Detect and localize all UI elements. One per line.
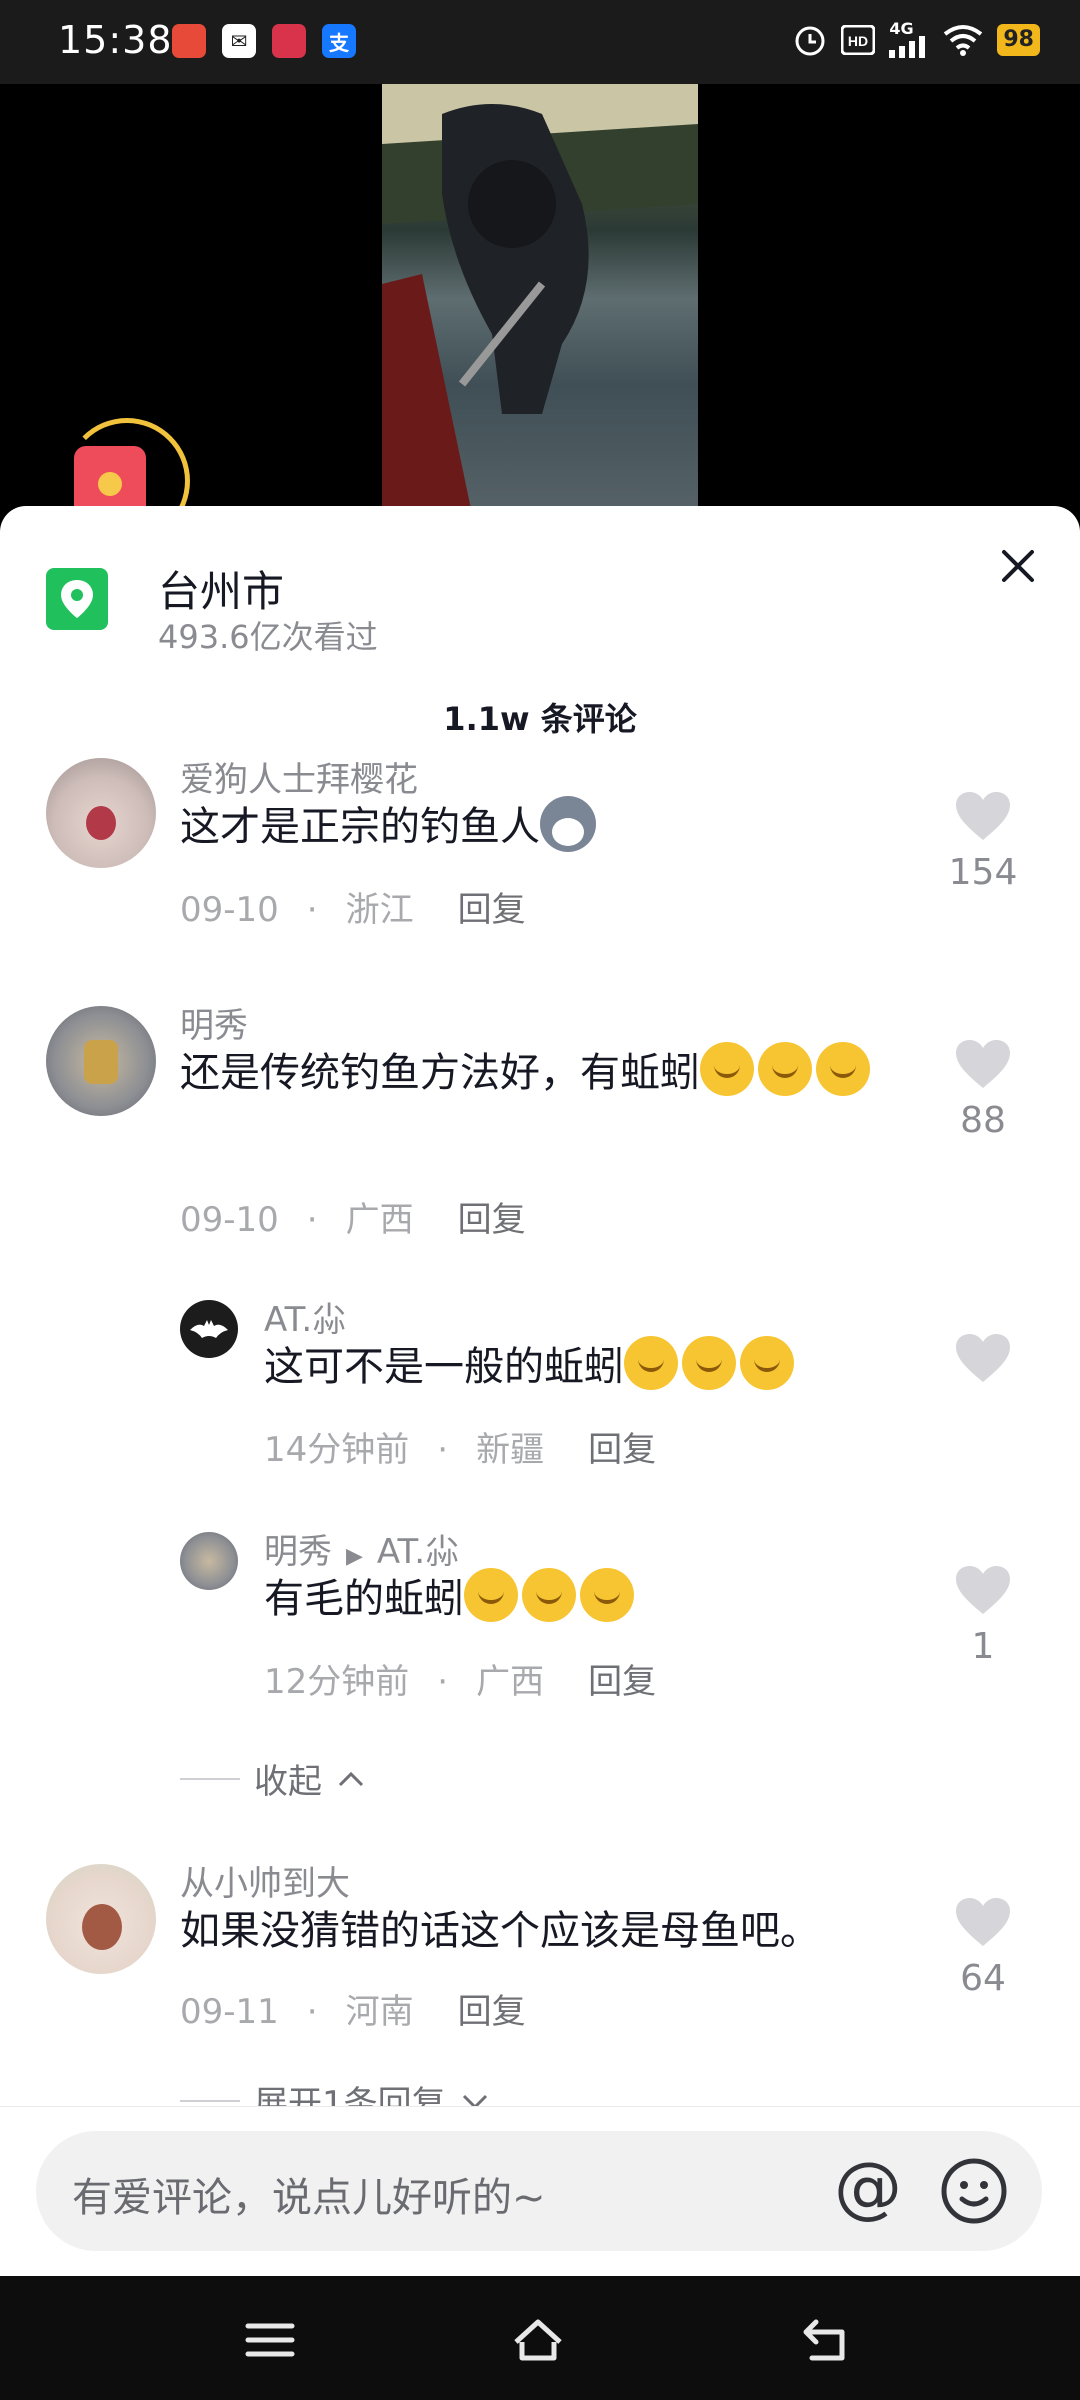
chevron-up-icon — [338, 1771, 364, 1786]
reply-button[interactable]: 回复 — [458, 1992, 526, 2032]
comment-date: 09-10 — [180, 1200, 279, 1240]
heart-icon — [956, 792, 1010, 840]
reply-button[interactable]: 回复 — [458, 1200, 526, 1240]
like-count: 64 — [960, 1958, 1006, 1999]
comment-sheet: 台州市 493.6亿次看过 1.1w 条评论 爱狗人士拜樱花 这才是正宗的钓鱼人… — [0, 506, 1080, 2276]
emoji-icon[interactable] — [938, 2155, 1010, 2227]
reply-meta: 12分钟前 · 广西 回复 — [264, 1662, 657, 1702]
comment-meta: 09-11 · 河南 回复 — [180, 1992, 526, 2032]
reply-text: 这可不是一般的蚯蚓 — [264, 1334, 944, 1400]
smirk-emoji-icon — [522, 1568, 576, 1622]
location-pin-icon[interactable] — [46, 568, 108, 630]
smirk-emoji-icon — [700, 1042, 754, 1096]
smirk-emoji-icon — [464, 1568, 518, 1622]
comment-text: 如果没猜错的话这个应该是母鱼吧。 — [180, 1908, 820, 1954]
system-icons: HD 4G 98 — [793, 19, 1040, 58]
mail-app-icon: ✉ — [222, 24, 256, 58]
comment-region: 浙江 — [345, 890, 414, 930]
smirk-emoji-icon — [816, 1042, 870, 1096]
comment-date: 09-10 — [180, 890, 279, 930]
svg-text:HD: HD — [848, 33, 868, 49]
reply-button[interactable]: 回复 — [588, 1430, 656, 1470]
like-count: 154 — [948, 852, 1018, 893]
comment-region: 河南 — [345, 1992, 414, 2032]
video-content-image — [382, 84, 698, 514]
status-bar: 15:38 ✉ 支 HD 4G 98 — [0, 0, 1080, 84]
laugh-emoji-icon — [624, 1336, 678, 1390]
wifi-icon — [944, 25, 983, 56]
heart-icon — [956, 1566, 1010, 1614]
like-button[interactable]: 1 — [928, 1564, 1038, 1667]
collapse-label: 收起 — [254, 1762, 322, 1802]
comment-input-placeholder: 有爱评论，说点儿好听的~ — [72, 2175, 546, 2221]
hd-icon: HD — [841, 25, 876, 55]
at-icon[interactable]: @ — [832, 2154, 904, 2227]
comment-text: 还是传统钓鱼方法好，有蚯蚓 — [180, 1040, 900, 1106]
location-views: 493.6亿次看过 — [158, 618, 378, 656]
reply-button[interactable]: 回复 — [588, 1662, 656, 1702]
like-count: 1 — [971, 1626, 995, 1667]
video-frame[interactable] — [382, 84, 698, 514]
status-time: 15:38 — [58, 18, 173, 62]
comment-input[interactable]: 有爱评论，说点儿好听的~ @ — [36, 2131, 1042, 2251]
reply-text: 有毛的蚯蚓 — [264, 1566, 944, 1632]
notification-icons: ✉ 支 — [172, 24, 356, 58]
like-count: 88 — [960, 1100, 1006, 1141]
avatar[interactable] — [46, 1006, 156, 1116]
reply-region: 广西 — [476, 1662, 545, 1702]
shopping-app-icon — [272, 24, 306, 58]
reply-meta: 14分钟前 · 新疆 回复 — [264, 1430, 657, 1470]
avatar[interactable] — [180, 1532, 238, 1590]
collapse-replies-button[interactable]: 收起 — [180, 1754, 366, 1803]
comment-region: 广西 — [345, 1200, 414, 1240]
signal-icon — [889, 36, 926, 58]
like-button[interactable]: 154 — [928, 790, 1038, 893]
reply-region: 新疆 — [476, 1430, 545, 1470]
red-packet-icon[interactable] — [74, 446, 146, 514]
like-button[interactable]: 64 — [928, 1896, 1038, 1999]
comment-meta: 09-10 · 广西 回复 — [180, 1200, 526, 1240]
avatar[interactable] — [180, 1300, 238, 1358]
smirk-emoji-icon — [580, 1568, 634, 1622]
network-type: 4G — [889, 19, 914, 38]
avatar[interactable] — [46, 758, 156, 868]
menu-icon[interactable] — [242, 2312, 298, 2368]
reply-date: 12分钟前 — [264, 1662, 410, 1702]
smirk-emoji-icon — [758, 1042, 812, 1096]
reply-button[interactable]: 回复 — [458, 890, 526, 930]
video-player[interactable] — [0, 84, 1080, 514]
like-button[interactable] — [928, 1332, 1038, 1394]
comment-text: 这才是正宗的钓鱼人 — [180, 794, 950, 860]
home-icon[interactable] — [510, 2312, 566, 2368]
close-icon[interactable] — [986, 534, 1050, 598]
comment-date: 09-11 — [180, 1992, 279, 2032]
divider — [180, 2099, 240, 2102]
back-icon[interactable] — [798, 2312, 854, 2368]
location-title[interactable]: 台州市 — [158, 558, 284, 619]
heart-icon — [956, 1898, 1010, 1946]
comment-count: 1.1w 条评论 — [443, 700, 637, 738]
heart-icon — [956, 1334, 1010, 1382]
comment-meta: 09-10 · 浙江 回复 — [180, 890, 526, 930]
laugh-emoji-icon — [682, 1336, 736, 1390]
heart-icon — [956, 1040, 1010, 1088]
reply-date: 14分钟前 — [264, 1430, 410, 1470]
dog-emoji-icon — [540, 796, 596, 852]
alipay-app-icon: 支 — [322, 24, 356, 58]
comment-input-bar: 有爱评论，说点儿好听的~ @ — [0, 2106, 1080, 2277]
map-app-icon — [172, 24, 206, 58]
avatar[interactable] — [46, 1864, 156, 1974]
like-button[interactable]: 88 — [928, 1038, 1038, 1141]
system-navigation-bar — [0, 2276, 1080, 2400]
battery-indicator: 98 — [997, 24, 1040, 56]
divider — [180, 1777, 240, 1780]
laugh-emoji-icon — [740, 1336, 794, 1390]
alarm-icon — [795, 26, 825, 56]
